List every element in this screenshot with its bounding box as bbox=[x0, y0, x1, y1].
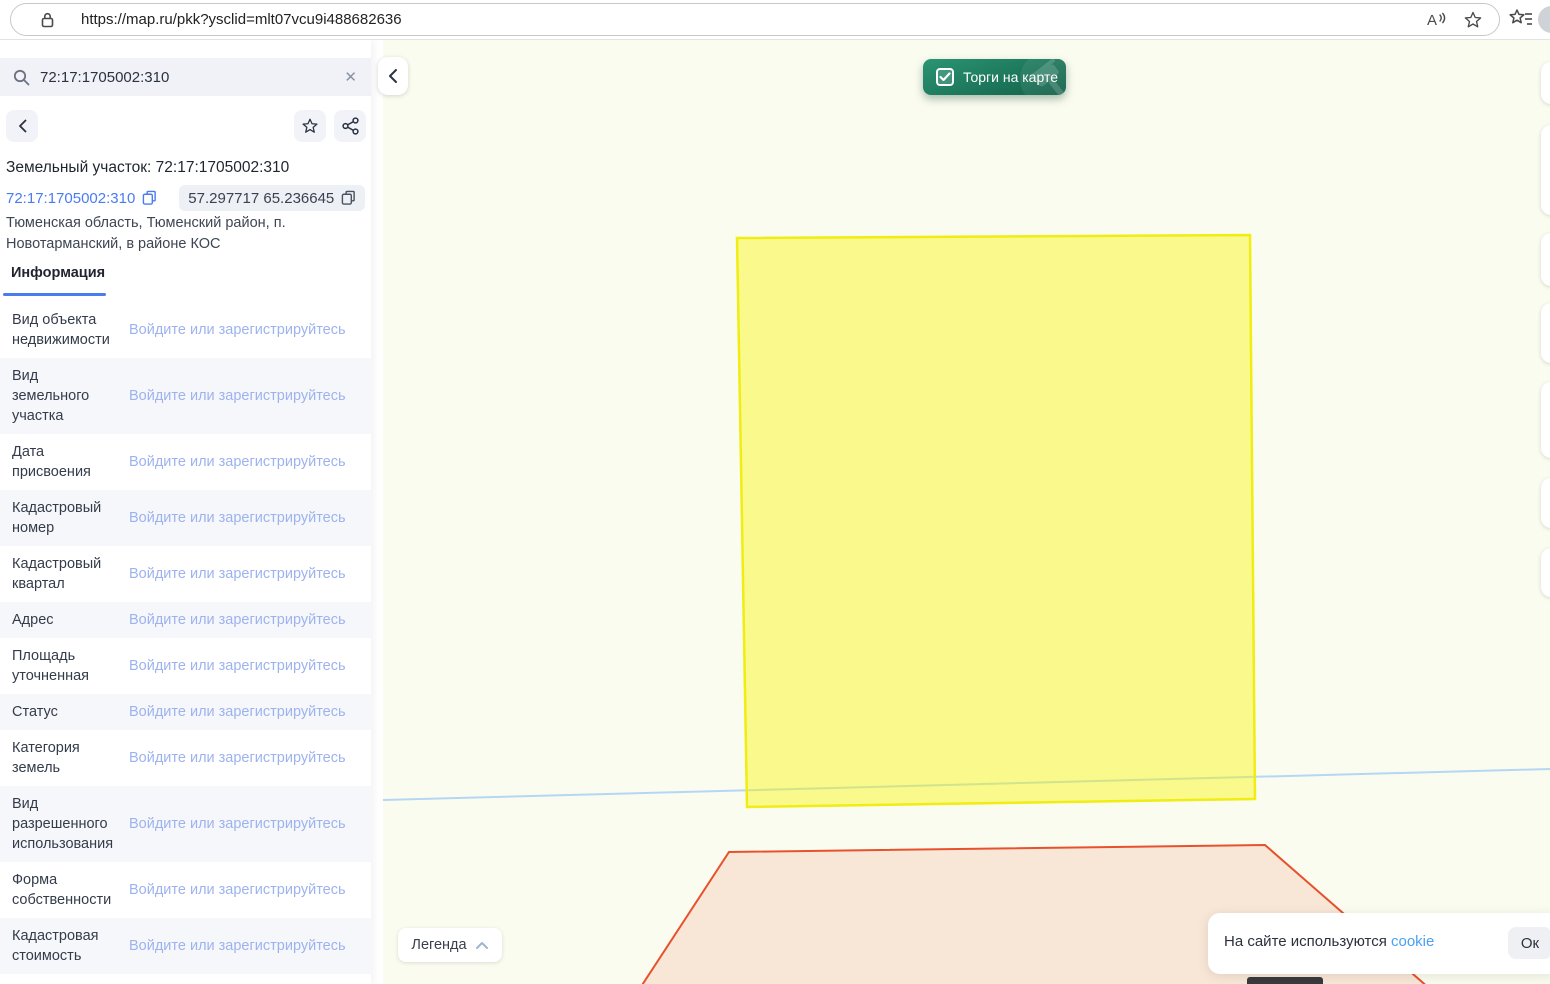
svg-text:A: A bbox=[1427, 12, 1437, 29]
parcel-title: Земельный участок: 72:17:1705002:310 bbox=[6, 159, 289, 177]
share-icon bbox=[342, 117, 359, 135]
favorite-button[interactable] bbox=[294, 110, 326, 142]
active-tab-underline bbox=[3, 293, 106, 296]
table-row: Кадастровый квартал Войдите или зарегист… bbox=[0, 546, 371, 602]
legend-button-label: Легенда bbox=[411, 937, 466, 953]
auth-link[interactable]: Войдите или зарегистрируйтесь bbox=[129, 454, 346, 470]
clear-search-icon[interactable]: ✕ bbox=[344, 68, 357, 86]
map-area bbox=[371, 40, 1550, 984]
attribute-label: Адрес bbox=[12, 610, 112, 630]
parcel-info-panel: ✕ Земельный участок: 72:17:1705002:310 7… bbox=[0, 40, 371, 984]
auth-link[interactable]: Войдите или зарегистрируйтесь bbox=[129, 510, 346, 526]
map-control-button[interactable] bbox=[1541, 303, 1550, 363]
table-row: Адрес Войдите или зарегистрируйтесь bbox=[0, 602, 371, 638]
copy-icon[interactable] bbox=[341, 190, 356, 206]
table-row: Дата присвоения Войдите или зарегистриру… bbox=[0, 434, 371, 490]
bookmark-star-icon[interactable] bbox=[1463, 10, 1483, 30]
lock-icon bbox=[41, 12, 54, 28]
share-button[interactable] bbox=[334, 110, 366, 142]
auth-link[interactable]: Войдите или зарегистрируйтесь bbox=[129, 938, 346, 954]
table-row: Кадастровый номер Войдите или зарегистри… bbox=[0, 490, 371, 546]
attribute-label: Кадастровый квартал bbox=[12, 554, 112, 594]
browser-toolbar: https://map.ru/pkk?ysclid=mlt07vcu9i4886… bbox=[0, 0, 1550, 40]
cookie-banner: На сайте используются cookie Ок bbox=[1208, 913, 1550, 974]
auth-link[interactable]: Войдите или зарегистрируйтесь bbox=[129, 816, 346, 832]
attribute-label: Площадь уточненная bbox=[12, 646, 112, 686]
table-row: Вид объекта недвижимости Войдите или зар… bbox=[0, 302, 371, 358]
chevron-left-icon bbox=[388, 68, 398, 84]
checkbox-checked-icon[interactable] bbox=[936, 68, 954, 86]
attribute-label: Форма собственности bbox=[12, 870, 112, 910]
auth-link[interactable]: Войдите или зарегистрируйтесь bbox=[129, 322, 346, 338]
attribute-label: Статус bbox=[12, 702, 112, 722]
auth-link[interactable]: Войдите или зарегистрируйтесь bbox=[129, 882, 346, 898]
attribute-label: Вид земельного участка bbox=[12, 366, 112, 426]
auth-link[interactable]: Войдите или зарегистрируйтесь bbox=[129, 750, 346, 766]
read-aloud-icon[interactable]: A bbox=[1425, 10, 1447, 30]
back-button[interactable] bbox=[6, 110, 38, 142]
chevron-up-icon bbox=[475, 941, 489, 950]
search-icon bbox=[13, 69, 30, 86]
table-row: Форма собственности Войдите или зарегист… bbox=[0, 862, 371, 918]
copy-icon[interactable] bbox=[142, 190, 157, 206]
search-input[interactable] bbox=[40, 69, 344, 86]
address-bar[interactable]: https://map.ru/pkk?ysclid=mlt07vcu9i4886… bbox=[10, 3, 1500, 36]
panel-collapse-button[interactable] bbox=[378, 57, 408, 95]
parcel-address: Тюменская область, Тюменский район, п. Н… bbox=[6, 213, 356, 255]
browser-profile-avatar[interactable] bbox=[1538, 6, 1550, 33]
auth-link[interactable]: Войдите или зарегистрируйтесь bbox=[129, 388, 346, 404]
attribute-label: Кадастровый номер bbox=[12, 498, 112, 538]
url-text[interactable]: https://map.ru/pkk?ysclid=mlt07vcu9i4886… bbox=[81, 11, 402, 28]
cookie-message-text: На сайте используются bbox=[1224, 933, 1387, 950]
table-row: Кадастровая стоимость Войдите или зареги… bbox=[0, 918, 371, 974]
auth-link[interactable]: Войдите или зарегистрируйтесь bbox=[129, 658, 346, 674]
selected-parcel-polygon[interactable] bbox=[737, 235, 1255, 807]
trades-on-map-button[interactable]: Торги на карте bbox=[923, 59, 1066, 95]
map-control-button[interactable] bbox=[1541, 548, 1550, 597]
map-control-button[interactable] bbox=[1541, 382, 1550, 458]
map-control-button[interactable] bbox=[1541, 233, 1550, 286]
table-row: Вид разрешенного использования Войдите и… bbox=[0, 786, 371, 862]
attribute-label: Дата присвоения bbox=[12, 442, 112, 482]
legend-button[interactable]: Легенда bbox=[398, 928, 502, 962]
table-row: Вид земельного участка Войдите или зарег… bbox=[0, 358, 371, 434]
table-row: Площадь уточненная Войдите или зарегистр… bbox=[0, 638, 371, 694]
table-row: Статус Войдите или зарегистрируйтесь bbox=[0, 694, 371, 730]
cookie-message: На сайте используются cookie bbox=[1224, 933, 1434, 950]
auth-link[interactable]: Войдите или зарегистрируйтесь bbox=[129, 566, 346, 582]
search-bar: ✕ bbox=[0, 58, 371, 96]
cookie-ok-button[interactable]: Ок bbox=[1508, 927, 1550, 959]
table-row: Категория земель Войдите или зарегистрир… bbox=[0, 730, 371, 786]
map-layers bbox=[383, 40, 1550, 984]
cadastral-number-link[interactable]: 72:17:1705002:310 bbox=[6, 190, 135, 207]
map-control-button[interactable] bbox=[1541, 478, 1550, 528]
coordinates-value: 57.297717 65.236645 bbox=[188, 190, 334, 207]
cookie-policy-link[interactable]: cookie bbox=[1391, 933, 1434, 950]
parcel-attributes-table: Вид объекта недвижимости Войдите или зар… bbox=[0, 302, 371, 974]
tab-information[interactable]: Информация bbox=[11, 265, 105, 281]
auth-link[interactable]: Войдите или зарегистрируйтесь bbox=[129, 612, 346, 628]
map-zoom-control[interactable] bbox=[1541, 125, 1550, 215]
map-scale-element bbox=[1247, 977, 1323, 984]
parcel-ids-row: 72:17:1705002:310 57.297717 65.236645 bbox=[6, 185, 365, 211]
auth-link[interactable]: Войдите или зарегистрируйтесь bbox=[129, 704, 346, 720]
attribute-label: Категория земель bbox=[12, 738, 112, 778]
chevron-left-icon bbox=[18, 119, 27, 133]
attribute-label: Вид разрешенного использования bbox=[12, 794, 112, 854]
collections-icon[interactable] bbox=[1508, 8, 1534, 30]
map-canvas[interactable] bbox=[383, 40, 1550, 984]
attribute-label: Вид объекта недвижимости bbox=[12, 310, 112, 350]
star-icon bbox=[301, 117, 319, 135]
coordinates-chip: 57.297717 65.236645 bbox=[179, 185, 365, 211]
trades-button-label: Торги на карте bbox=[963, 69, 1058, 85]
attribute-label: Кадастровая стоимость bbox=[12, 926, 112, 966]
map-control-button[interactable] bbox=[1541, 62, 1550, 104]
